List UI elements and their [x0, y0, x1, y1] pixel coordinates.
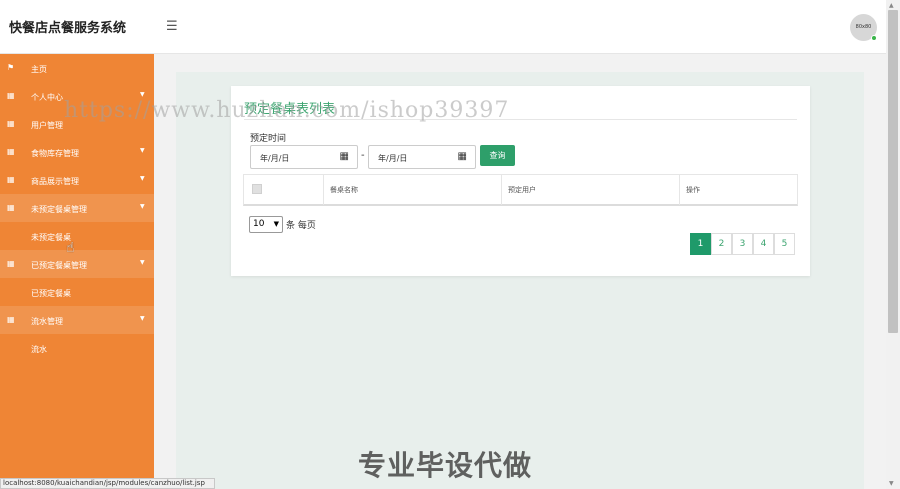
- date-to-input[interactable]: 年/月/日 ▦: [368, 145, 476, 169]
- app-title: 快餐店点餐服务系统: [9, 21, 127, 36]
- chevron-down-icon: ▼: [140, 175, 145, 182]
- page-button-5[interactable]: 5: [774, 233, 795, 255]
- sidebar-item-label: 已预定餐桌管理: [31, 261, 87, 270]
- grid-icon: ▦: [7, 91, 15, 100]
- chevron-down-icon: ▼: [140, 315, 145, 322]
- sidebar-item-label: 流水管理: [31, 317, 63, 326]
- chevron-down-icon: ▼: [140, 147, 145, 154]
- page-size-select[interactable]: 10 ▼: [249, 216, 283, 233]
- sidebar-subitem-unreserved-tables[interactable]: 未预定餐桌: [0, 222, 154, 250]
- hand-cursor-icon: ☝: [66, 240, 75, 256]
- grid-icon: ▦: [7, 147, 15, 156]
- grid-icon: ▦: [7, 315, 15, 324]
- sidebar-item-label: 主页: [31, 65, 47, 74]
- grid-icon: ▦: [7, 259, 15, 268]
- sidebar-item-food-inventory[interactable]: ▦ 食物库存管理 ▼: [0, 138, 154, 166]
- scroll-down-arrow-icon[interactable]: ▼: [889, 480, 894, 487]
- data-table: 餐桌名称 预定用户 操作: [243, 174, 798, 206]
- sidebar-subitem-reserved-tables[interactable]: 已预定餐桌: [0, 278, 154, 306]
- select-all-checkbox[interactable]: [252, 184, 262, 194]
- sidebar-item-label: 个人中心: [31, 93, 63, 102]
- sidebar-item-transaction-management[interactable]: ▦ 流水管理 ▼: [0, 306, 154, 334]
- grid-icon: ▦: [7, 175, 15, 184]
- chevron-down-icon: ▼: [273, 220, 279, 228]
- grid-icon: ▦: [7, 119, 15, 128]
- vertical-scrollbar[interactable]: ▲ ▼: [886, 0, 900, 489]
- date-from-input[interactable]: 年/月/日 ▦: [250, 145, 358, 169]
- page-button-4[interactable]: 4: [753, 233, 774, 255]
- browser-status-url: localhost:8080/kuaichandian/jsp/modules/…: [0, 478, 215, 489]
- online-status-dot: [871, 35, 877, 41]
- page-size-suffix: 条 每页: [286, 221, 316, 231]
- range-separator: -: [361, 150, 365, 161]
- sidebar-item-label: 流水: [31, 345, 47, 354]
- sidebar-item-label: 未预定餐桌: [31, 233, 71, 242]
- watermark-text: https://www.huzhan.com/ishop39397: [64, 98, 510, 123]
- sidebar-item-unreserved-tables-management[interactable]: ▦ 未预定餐桌管理 ▼: [0, 194, 154, 222]
- sidebar-item-label: 商品展示管理: [31, 177, 79, 186]
- chevron-down-icon: ▼: [140, 91, 145, 98]
- page-button-1[interactable]: 1: [690, 233, 711, 255]
- sidebar-item-label: 未预定餐桌管理: [31, 205, 87, 214]
- scrollbar-thumb[interactable]: [888, 10, 898, 333]
- promo-overlay-text: 专业毕设代做: [358, 449, 533, 482]
- sidebar-item-reserved-tables-management[interactable]: ▦ 已预定餐桌管理 ▼: [0, 250, 154, 278]
- column-header-reserved-user: 预定用户: [501, 175, 679, 205]
- grid-icon: ▦: [7, 203, 15, 212]
- select-all-header: [244, 175, 323, 205]
- chevron-down-icon: ▼: [140, 259, 145, 266]
- date-from-placeholder: 年/月/日: [260, 154, 290, 163]
- chevron-down-icon: ▼: [140, 203, 145, 210]
- column-header-table-name: 餐桌名称: [323, 175, 501, 205]
- sidebar-item-label: 用户管理: [31, 121, 63, 130]
- column-header-actions: 操作: [679, 175, 797, 205]
- flag-icon: ⚑: [7, 63, 15, 72]
- scroll-up-arrow-icon[interactable]: ▲: [889, 2, 894, 9]
- calendar-icon[interactable]: ▦: [340, 151, 349, 162]
- page-size-value: 10: [253, 219, 265, 229]
- sidebar-subitem-transactions[interactable]: 流水: [0, 334, 154, 362]
- page-button-2[interactable]: 2: [711, 233, 732, 255]
- top-bar: 快餐店点餐服务系统 ☰ 80x80: [0, 0, 886, 54]
- page-button-3[interactable]: 3: [732, 233, 753, 255]
- date-to-placeholder: 年/月/日: [378, 154, 408, 163]
- calendar-icon[interactable]: ▦: [458, 151, 467, 162]
- sidebar-item-label: 已预定餐桌: [31, 289, 71, 298]
- reservation-time-label: 预定时间: [250, 134, 287, 144]
- hamburger-icon[interactable]: ☰: [166, 20, 179, 33]
- sidebar-item-label: 食物库存管理: [31, 149, 79, 158]
- search-button[interactable]: 查询: [480, 145, 515, 166]
- sidebar-item-home[interactable]: ⚑ 主页: [0, 54, 154, 82]
- sidebar-item-product-display[interactable]: ▦ 商品展示管理 ▼: [0, 166, 154, 194]
